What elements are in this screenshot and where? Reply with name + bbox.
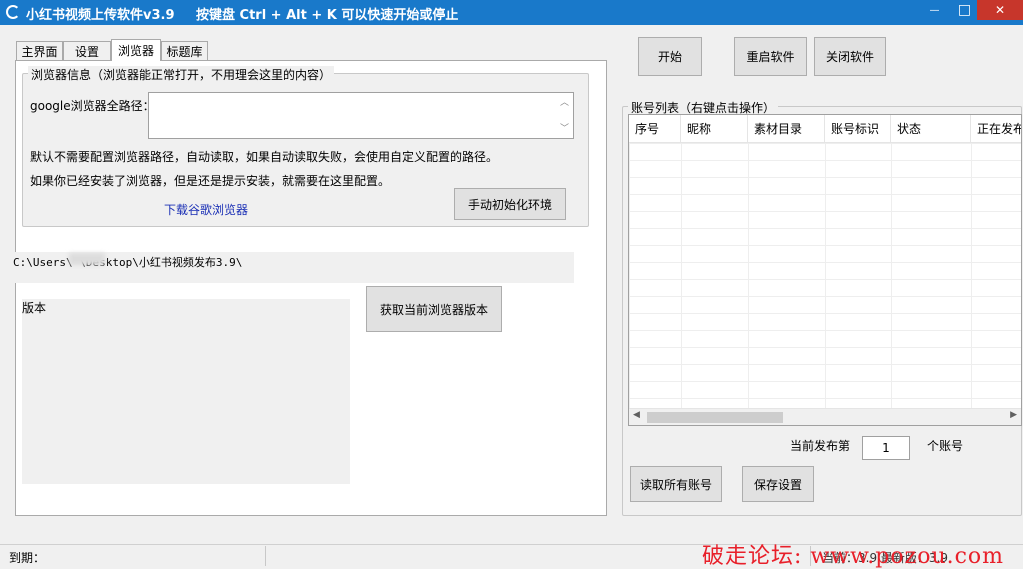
scroll-down-icon[interactable]: ﹀ bbox=[560, 121, 569, 134]
close-icon: ✕ bbox=[994, 3, 1006, 17]
tab-browser[interactable]: 浏览器 bbox=[111, 39, 161, 61]
read-all-accounts-button[interactable]: 读取所有账号 bbox=[630, 466, 722, 502]
maximize-icon: □ bbox=[957, 2, 972, 18]
scroll-left-icon[interactable]: ◀ bbox=[633, 410, 640, 420]
current-account-input[interactable]: 1 bbox=[862, 436, 910, 460]
tab-title-library[interactable]: 标题库 bbox=[161, 41, 208, 60]
close-window-button[interactable]: ✕ bbox=[977, 0, 1023, 20]
start-button[interactable]: 开始 bbox=[638, 37, 702, 76]
minimize-button[interactable]: — bbox=[921, 0, 948, 20]
hotkey-hint: 按键盘 Ctrl + Alt + K 可以快速开始或停止 bbox=[196, 8, 459, 23]
note-default-path: 默认不需要配置浏览器路径，自动读取，如果自动读取失败，会使用自定义配置的路径。 bbox=[30, 150, 499, 164]
restart-button[interactable]: 重启软件 bbox=[734, 37, 807, 76]
column-header[interactable]: 正在发布 bbox=[971, 115, 1021, 142]
window-title: 小红书视频上传软件v3.9 bbox=[26, 8, 175, 23]
maximize-button[interactable]: □ bbox=[951, 0, 978, 20]
horizontal-scrollbar[interactable]: ◀ ▶ bbox=[629, 408, 1021, 425]
tab-main[interactable]: 主界面 bbox=[16, 41, 63, 60]
column-header[interactable]: 序号 bbox=[629, 115, 681, 142]
browser-info-group-title: 浏览器信息（浏览器能正常打开，不用理会这里的内容） bbox=[28, 66, 335, 83]
column-header[interactable]: 昵称 bbox=[681, 115, 748, 142]
forum-watermark: 破走论坛: www.pozou.com bbox=[702, 544, 1005, 569]
app-icon bbox=[6, 5, 20, 19]
get-browser-version-button[interactable]: 获取当前浏览器版本 bbox=[366, 286, 502, 332]
version-output-box: 版本 bbox=[22, 299, 350, 484]
scroll-up-icon[interactable]: ︿ bbox=[560, 95, 569, 108]
save-settings-button[interactable]: 保存设置 bbox=[742, 466, 814, 502]
column-header[interactable]: 素材目录 bbox=[748, 115, 825, 142]
title-bar[interactable]: 小红书视频上传软件v3.9 按键盘 Ctrl + Alt + K 可以快速开始或… bbox=[0, 0, 1023, 25]
account-table[interactable]: 序号 昵称 素材目录 账号标识 状态 正在发布 ◀ ▶ bbox=[628, 114, 1022, 426]
account-table-header: 序号 昵称 素材目录 账号标识 状态 正在发布 bbox=[629, 115, 1021, 143]
scroll-right-icon[interactable]: ▶ bbox=[1010, 410, 1017, 420]
download-chrome-link[interactable]: 下载谷歌浏览器 bbox=[164, 201, 248, 218]
expiry-label: 到期： bbox=[9, 551, 46, 565]
version-label: 版本 bbox=[22, 301, 47, 315]
tab-settings[interactable]: 设置 bbox=[63, 41, 111, 60]
current-account-label: 当前发布第 bbox=[790, 439, 851, 453]
current-account-suffix: 个账号 bbox=[927, 439, 964, 453]
init-environment-button[interactable]: 手动初始化环境 bbox=[454, 188, 566, 220]
minimize-icon: — bbox=[929, 4, 940, 16]
path-label: google浏览器全路径： bbox=[30, 99, 155, 113]
scrollbar-thumb[interactable] bbox=[647, 412, 783, 423]
redacted-username bbox=[69, 253, 105, 265]
column-header[interactable]: 状态 bbox=[891, 115, 971, 142]
note-installed: 如果你已经安装了浏览器，但是还是提示安装，就需要在这里配置。 bbox=[30, 174, 391, 188]
column-header[interactable]: 账号标识 bbox=[825, 115, 891, 142]
close-software-button[interactable]: 关闭软件 bbox=[814, 37, 886, 76]
browser-path-input[interactable]: ︿ ﹀ bbox=[148, 92, 574, 139]
